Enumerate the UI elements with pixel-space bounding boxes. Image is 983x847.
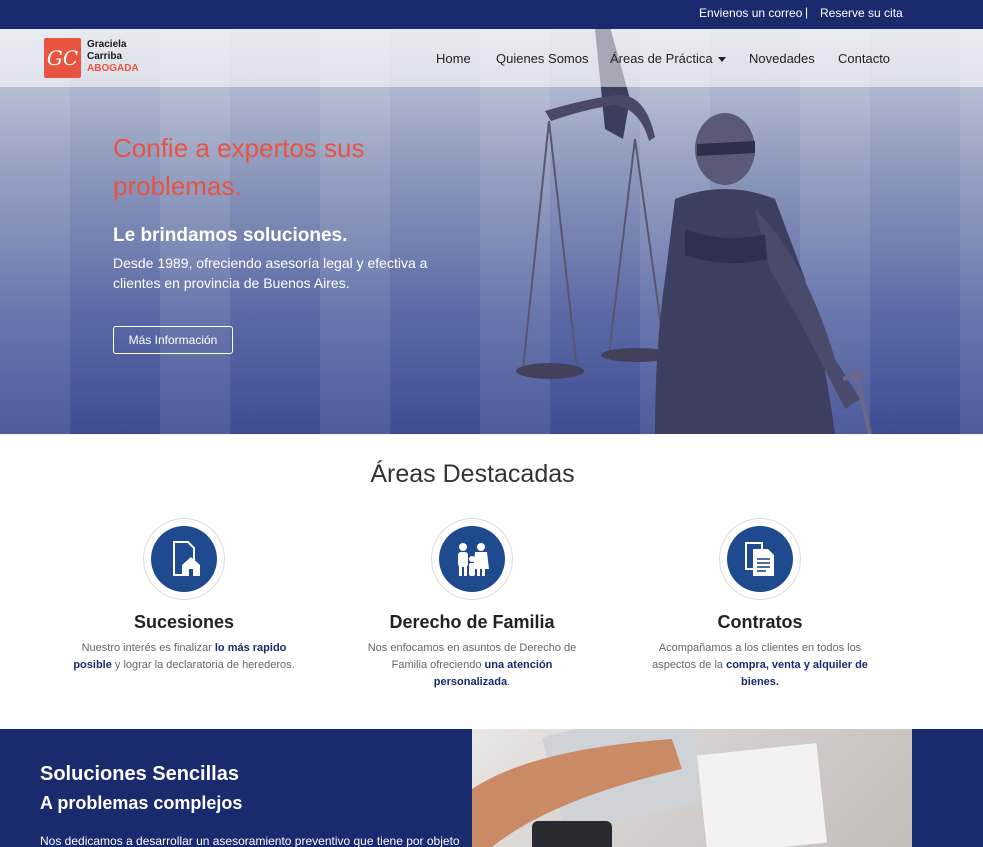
- area-card-sucesiones: Sucesiones Nuestro interés es finalizar …: [59, 518, 309, 674]
- area-title: Derecho de Familia: [389, 612, 555, 632]
- laptop-photo: [472, 729, 912, 847]
- logo-text[interactable]: Graciela Carriba ABOGADA: [87, 39, 139, 75]
- hero-section: GC Graciela Carriba ABOGADA Home Quienes…: [0, 29, 983, 434]
- hero-title: Confie a expertos sus problemas.: [113, 133, 365, 201]
- area-description: Nos enfocamos en asuntos de Derecho de F…: [367, 642, 577, 688]
- area-icon-ring: [143, 518, 225, 600]
- solutions-section: Soluciones Sencillas A problemas complej…: [0, 729, 472, 847]
- logo-line-3: ABOGADA: [87, 63, 139, 74]
- hero-description: Desde 1989, ofreciendo asesoría legal y …: [113, 255, 428, 291]
- house-document-icon: [151, 526, 217, 592]
- logo-icon[interactable]: GC: [44, 38, 81, 78]
- nav-practice-label: Áreas de Práctica: [610, 51, 713, 66]
- nav-about[interactable]: Quienes Somos: [496, 51, 589, 66]
- nav-practice-areas[interactable]: Áreas de Práctica: [610, 51, 726, 66]
- nav-news[interactable]: Novedades: [749, 51, 815, 66]
- hero-subtitle: Le brindamos soluciones.: [113, 225, 348, 246]
- area-icon-ring: [431, 518, 513, 600]
- more-info-button[interactable]: Más Información: [113, 326, 233, 354]
- solutions-text: Nos dedicamos a desarrollar un asesorami…: [40, 834, 460, 847]
- appointment-link[interactable]: Reserve su cita: [820, 6, 903, 20]
- family-icon: [439, 526, 505, 592]
- page-edge-band: [912, 729, 983, 847]
- logo-line-2: Carriba: [87, 51, 123, 62]
- nav-home[interactable]: Home: [436, 51, 471, 66]
- areas-heading: Áreas Destacadas: [370, 460, 575, 488]
- area-title: Contratos: [717, 612, 803, 632]
- main-navbar: GC Graciela Carriba ABOGADA Home Quienes…: [0, 29, 983, 87]
- solutions-subtitle: A problemas complejos: [40, 793, 243, 813]
- area-icon-ring: [719, 518, 801, 600]
- area-card-familia: Derecho de Familia Nos enfocamos en asun…: [347, 518, 597, 691]
- area-card-contratos: Contratos Acompañamos a los clientes en …: [635, 518, 885, 691]
- email-link[interactable]: Envienos un correo: [699, 6, 802, 20]
- solutions-title: Soluciones Sencillas: [40, 763, 239, 785]
- caret-down-icon: [717, 57, 726, 63]
- area-title: Sucesiones: [133, 612, 235, 632]
- top-bar: Envienos un correo | Reserve su cita: [0, 0, 983, 29]
- area-description: Nuestro interés es finalizar lo más rapi…: [73, 642, 295, 671]
- justice-statue-image: [516, 29, 872, 434]
- nav-contact[interactable]: Contacto: [838, 51, 890, 66]
- laptop-photo-illustration: [472, 729, 827, 847]
- topbar-separator: |: [805, 5, 809, 19]
- logo-line-1: Graciela: [87, 39, 127, 50]
- documents-icon: [727, 526, 793, 592]
- area-description: Acompañamos a los clientes en todos los …: [652, 642, 868, 688]
